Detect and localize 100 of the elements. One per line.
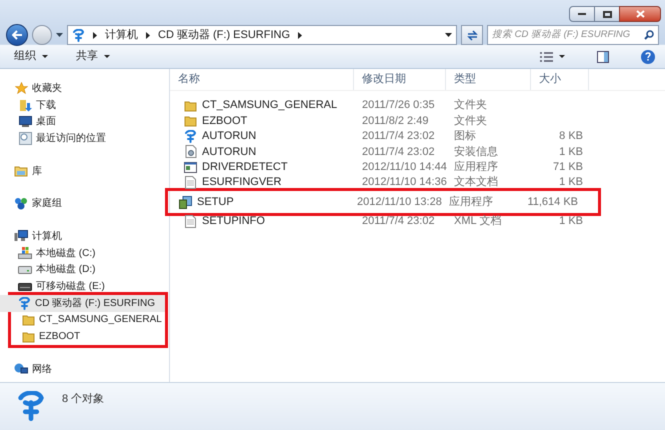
- recent-places-icon: [18, 132, 32, 145]
- star-icon: [14, 82, 28, 95]
- file-row[interactable]: ESURFINGVER 2012/11/10 14:36 文本文档 1 KB: [170, 174, 665, 190]
- modified-date: 2011/7/4 23:02: [362, 146, 435, 158]
- sidebar-item[interactable]: 本地磁盘 (C:): [0, 244, 169, 262]
- view-options-button[interactable]: [540, 52, 565, 62]
- chevron-icon: [93, 32, 97, 38]
- refresh-button[interactable]: [461, 25, 483, 45]
- file-name: DRIVERDETECT: [202, 160, 288, 176]
- file-row[interactable]: CT_SAMSUNG_GENERAL 2011/7/26 0:35 文件夹: [170, 98, 665, 114]
- back-arrow-icon: [12, 30, 22, 40]
- file-size: 71 KB: [553, 160, 583, 176]
- address-bar[interactable]: 计算机 CD 驱动器 (F:) ESURFING: [67, 25, 457, 45]
- sidebar-item[interactable]: CT_SAMSUNG_GENERAL: [0, 312, 165, 328]
- sidebar-item[interactable]: 下载: [0, 96, 169, 114]
- file-size: 11,614 KB: [527, 194, 578, 210]
- sidebar-item[interactable]: 库: [0, 162, 169, 180]
- file-size: 8 KB: [559, 129, 583, 144]
- brand-logo-icon: [72, 28, 85, 42]
- file-name: CT_SAMSUNG_GENERAL: [202, 98, 338, 114]
- file-name: AUTORUN: [202, 129, 256, 144]
- file-row[interactable]: SETUPINFO 2011/7/4 23:02 XML 文档 1 KB: [170, 214, 665, 230]
- brand-logo-icon: [18, 296, 30, 310]
- modified-date: 2011/7/4 23:02: [362, 130, 435, 142]
- file-type: 文本文档: [454, 176, 498, 188]
- file-name: SETUP: [197, 194, 234, 210]
- sidebar-item[interactable]: 收藏夹: [0, 80, 169, 97]
- settings-file-icon: [184, 145, 196, 158]
- toolbar-menu-button[interactable]: 组织: [10, 48, 52, 65]
- file-row[interactable]: DRIVERDETECT 2012/11/10 14:44 应用程序 71 KB: [170, 160, 665, 175]
- application-icon: [184, 162, 197, 173]
- modified-date: 2012/11/10 14:44: [362, 161, 447, 174]
- minimize-button[interactable]: [569, 6, 595, 22]
- close-button[interactable]: [619, 6, 661, 22]
- dropdown-caret-icon: [104, 55, 110, 58]
- file-type: 应用程序: [449, 196, 493, 208]
- back-button[interactable]: [6, 24, 28, 46]
- file-type: 文件夹: [454, 114, 487, 127]
- folder-icon: [184, 100, 197, 112]
- search-icon: [644, 30, 654, 40]
- maximize-button[interactable]: [595, 6, 619, 22]
- dropdown-caret-icon: [56, 33, 63, 37]
- breadcrumb[interactable]: 计算机: [105, 26, 138, 44]
- file-type: 安装信息: [454, 146, 498, 158]
- library-icon: [14, 165, 28, 178]
- sidebar-item[interactable]: 计算机: [0, 228, 169, 245]
- dropdown-caret-icon: [445, 33, 452, 37]
- column-header[interactable]: 名称: [170, 69, 354, 90]
- close-icon: [636, 10, 644, 18]
- brand-logo-icon: [184, 130, 197, 143]
- help-icon: [645, 52, 651, 61]
- homegroup-icon: [14, 197, 28, 210]
- preview-pane-button[interactable]: [597, 50, 609, 62]
- modified-date: 2011/7/4 23:02: [362, 215, 435, 228]
- sidebar-item[interactable]: 网络: [0, 360, 169, 378]
- network-icon: [14, 363, 28, 376]
- search-field[interactable]: 搜索 CD 驱动器 (F:) ESURFING: [487, 25, 659, 45]
- download-folder-icon: [18, 98, 32, 112]
- file-type: 应用程序: [454, 161, 498, 174]
- refresh-icon: [466, 30, 478, 40]
- dropdown-caret-icon: [559, 55, 565, 58]
- file-name: SETUPINFO: [202, 214, 265, 230]
- modified-date: 2011/7/26 0:35: [362, 99, 435, 112]
- monitor-icon: [18, 116, 32, 128]
- document-icon: [185, 214, 196, 228]
- installer-icon: [179, 196, 192, 209]
- removable-drive-icon: [18, 282, 32, 291]
- sidebar-item[interactable]: CD 驱动器 (F:) ESURFING: [0, 294, 165, 312]
- document-icon: [185, 176, 196, 190]
- computer-icon: [14, 230, 28, 242]
- sidebar-item[interactable]: 桌面: [0, 113, 169, 130]
- column-header[interactable]: 大小: [531, 69, 589, 90]
- file-type: 文件夹: [454, 99, 487, 112]
- disk-drive-icon: [18, 266, 32, 274]
- sidebar-item[interactable]: EZBOOT: [0, 328, 165, 345]
- brand-logo-icon: [16, 391, 46, 421]
- list-view-icon: [540, 52, 553, 62]
- file-row[interactable]: AUTORUN 2011/7/4 23:02 安装信息 1 KB: [170, 144, 665, 160]
- chevron-icon: [298, 32, 302, 38]
- sidebar-item[interactable]: 最近访问的位置: [0, 130, 169, 147]
- column-header[interactable]: 类型: [446, 69, 531, 90]
- dropdown-caret-icon: [42, 55, 48, 58]
- file-row[interactable]: EZBOOT 2011/8/2 2:49 文件夹: [170, 113, 665, 129]
- file-size: 1 KB: [559, 144, 583, 160]
- file-name: AUTORUN: [202, 144, 256, 160]
- file-size: 1 KB: [559, 214, 583, 230]
- file-type: XML 文档: [454, 215, 502, 228]
- modified-date: 2011/8/2 2:49: [362, 114, 428, 127]
- breadcrumb[interactable]: CD 驱动器 (F:) ESURFING: [158, 26, 290, 44]
- help-button[interactable]: [641, 50, 655, 64]
- folder-icon: [184, 115, 197, 128]
- file-row[interactable]: AUTORUN 2011/7/4 23:02 图标 8 KB: [170, 128, 665, 144]
- toolbar-menu-button[interactable]: 共享: [72, 48, 114, 65]
- windows-disk-icon: [18, 247, 32, 260]
- sidebar-item[interactable]: 本地磁盘 (D:): [0, 262, 169, 278]
- chevron-icon: [146, 32, 150, 38]
- column-header[interactable]: 修改日期: [354, 69, 446, 90]
- file-size: 1 KB: [559, 175, 583, 190]
- modified-date: 2012/11/10 14:36: [362, 176, 447, 188]
- sidebar-item[interactable]: 可移动磁盘 (E:): [0, 278, 169, 295]
